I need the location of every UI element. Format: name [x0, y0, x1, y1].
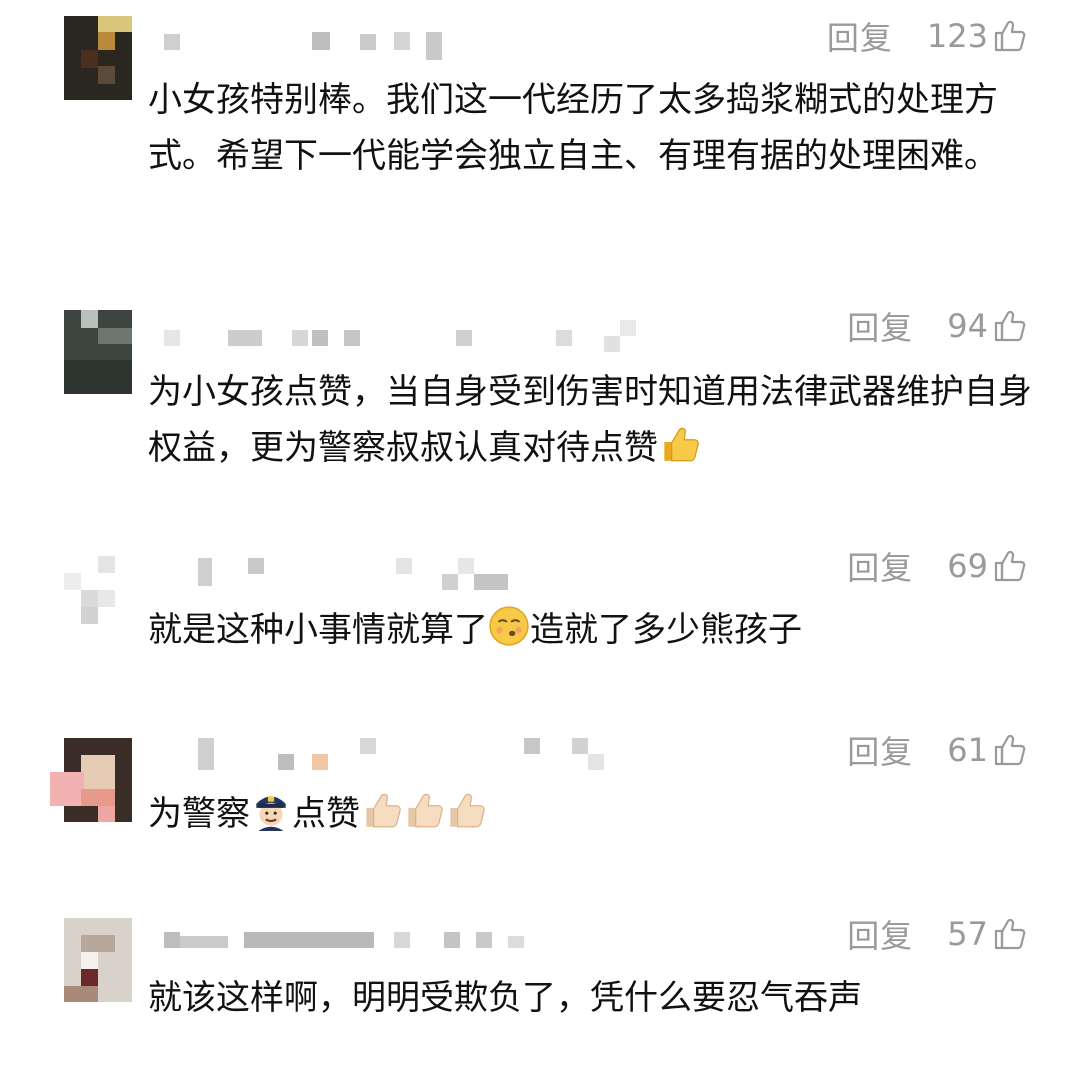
thumbs-up-outline-icon[interactable]: [992, 308, 1028, 344]
avatar[interactable]: [64, 310, 132, 394]
avatar[interactable]: [64, 16, 132, 100]
like-count: 57: [947, 915, 988, 953]
thumbs-up-emoji-icon: [402, 789, 444, 831]
username-masked[interactable]: [164, 558, 524, 590]
comment-text-before: 就是这种小事情就算了: [148, 610, 488, 650]
like-count: 61: [947, 731, 988, 769]
reply-button[interactable]: 回复: [827, 13, 893, 59]
like-count: 69: [947, 547, 988, 585]
comment-text-body: 为小女孩点赞，当自身受到伤害时知道用法律武器维护自身权益，更为警察叔叔认真对待点…: [148, 372, 1032, 468]
like-count: 123: [926, 17, 988, 55]
thumbs-up-emoji-icon: [444, 789, 486, 831]
reply-button[interactable]: 回复: [847, 727, 913, 773]
thumbs-up-outline-icon[interactable]: [992, 916, 1028, 952]
comment-actions: 回复 69: [847, 543, 1028, 589]
comment-text: 小女孩特别棒。我们这一代经历了太多捣浆糊式的处理方式。希望下一代能学会独立自主、…: [148, 80, 998, 176]
police-officer-emoji-icon: [250, 789, 292, 831]
comment-text: 为警察 点赞: [148, 786, 1038, 842]
comment-text-after: 造就了多少熊孩子: [530, 610, 802, 650]
reply-button[interactable]: 回复: [847, 303, 913, 349]
comment-text: 就该这样啊，明明受欺负了，凭什么要忍气吞声: [148, 978, 862, 1018]
thumbs-up-emoji-icon: [360, 789, 402, 831]
comment-actions: 回复 57: [847, 911, 1028, 957]
thumbs-up-emoji-icon: [658, 423, 700, 465]
comment-actions: 回复 94: [847, 303, 1028, 349]
avatar[interactable]: [64, 556, 132, 640]
reply-button[interactable]: 回复: [847, 543, 913, 589]
thumbs-up-outline-icon[interactable]: [992, 548, 1028, 584]
username-masked[interactable]: [164, 32, 444, 60]
username-masked[interactable]: [164, 738, 604, 770]
like-count: 94: [947, 307, 988, 345]
comment-actions: 回复 123: [827, 13, 1028, 59]
comment-text: 就是这种小事情就算了 造就了多少熊孩子: [148, 602, 1038, 658]
thumbs-up-outline-icon[interactable]: [992, 18, 1028, 54]
comment-text: 为小女孩点赞，当自身受到伤害时知道用法律武器维护自身权益，更为警察叔叔认真对待点…: [148, 364, 1038, 476]
thumbs-up-outline-icon[interactable]: [992, 732, 1028, 768]
comment-actions: 回复 61: [847, 727, 1028, 773]
username-masked[interactable]: [164, 932, 544, 954]
avatar[interactable]: [50, 738, 132, 822]
username-masked[interactable]: [164, 320, 644, 352]
comment-text-after: 点赞: [292, 794, 360, 834]
avatar[interactable]: [64, 918, 132, 1002]
sighing-face-emoji-icon: [488, 605, 530, 647]
reply-button[interactable]: 回复: [847, 911, 913, 957]
comment-text-before: 为警察: [148, 794, 250, 834]
